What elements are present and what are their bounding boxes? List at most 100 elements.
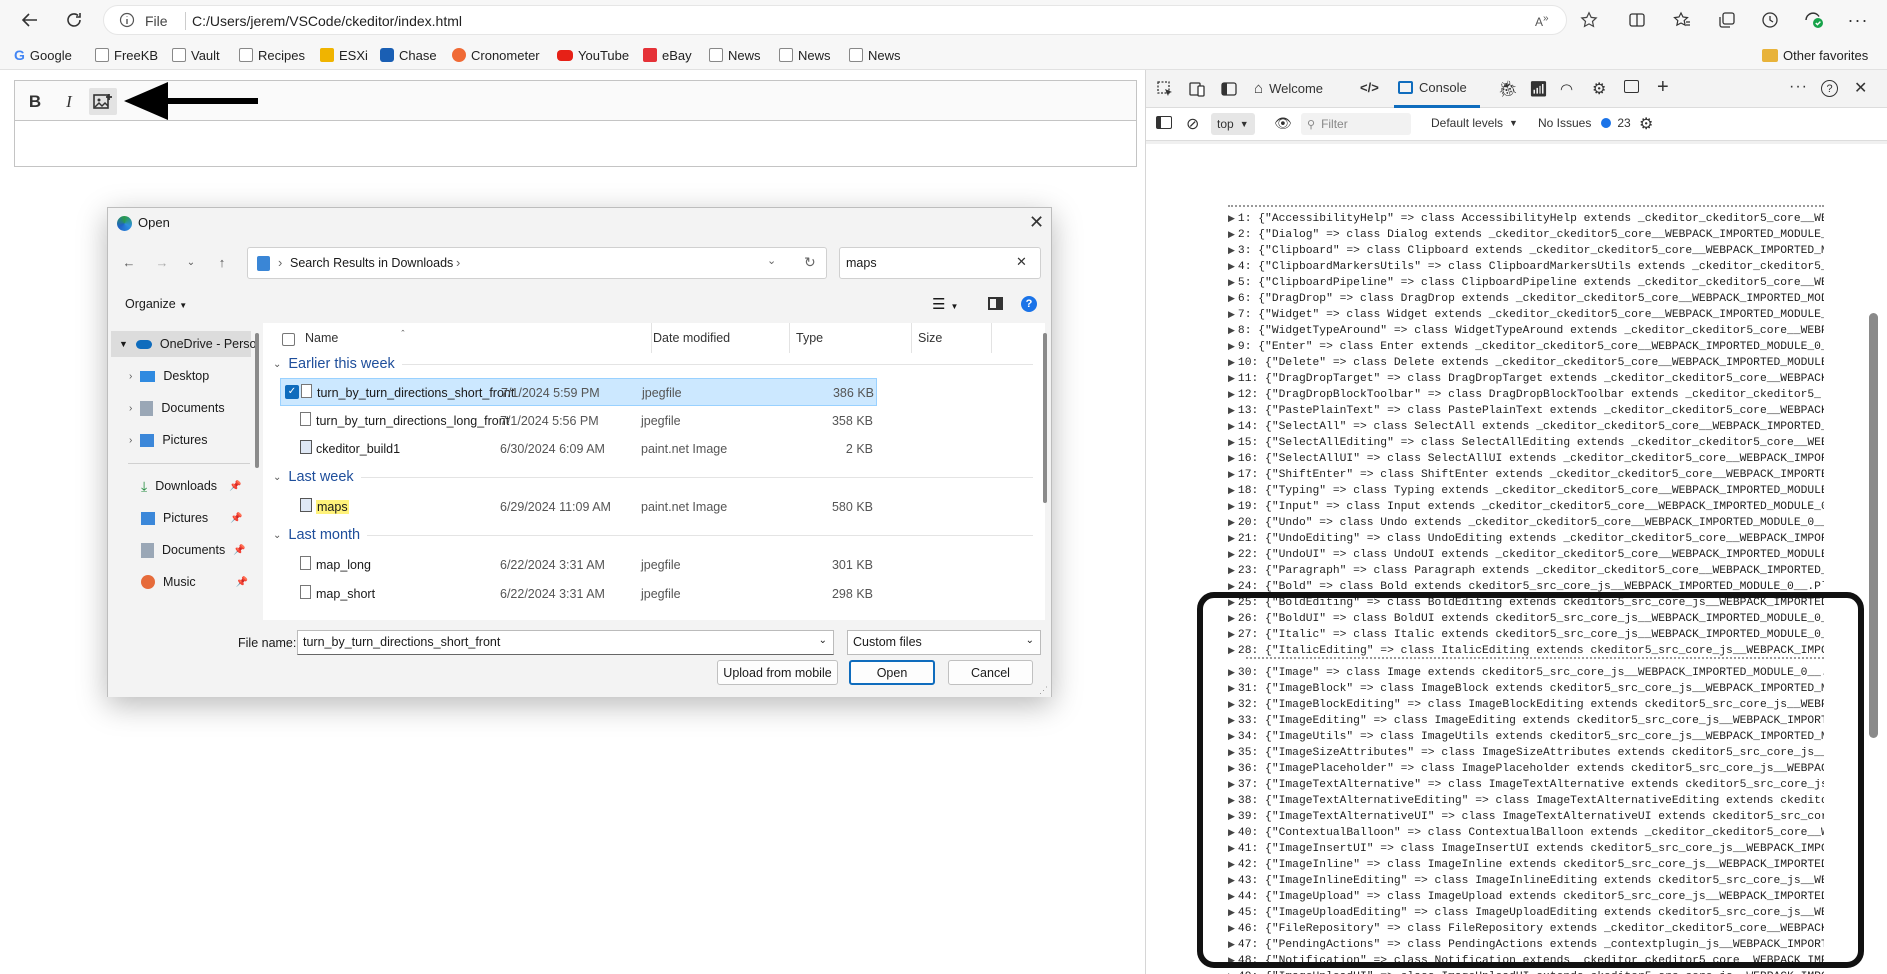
sidebar-item-documents[interactable]: › Documents [129, 395, 225, 421]
view-options-icon[interactable]: ☰ ▼ [932, 295, 958, 313]
expand-triangle-icon[interactable]: ▶ [1228, 230, 1235, 240]
favorite-star-icon[interactable] [1580, 11, 1598, 29]
back-button[interactable] [17, 7, 43, 33]
expand-triangle-icon[interactable]: ▶ [1228, 358, 1235, 368]
expand-triangle-icon[interactable]: ▶ [1228, 486, 1235, 496]
console-line[interactable]: ▶ 14: {"SelectAll" => class SelectAll ext… [1228, 419, 1824, 435]
bookmark-recipes[interactable]: Recipes [239, 46, 305, 64]
device-emulation-icon[interactable] [1188, 80, 1206, 98]
column-date[interactable]: Date modified [653, 331, 730, 345]
console-line[interactable]: ▶ 6: {"DragDrop" => class DragDrop extend… [1228, 291, 1824, 307]
recent-locations-icon[interactable]: ⌄ [182, 253, 200, 271]
info-icon[interactable] [119, 12, 135, 28]
organize-menu[interactable]: Organize ▼ [125, 297, 187, 311]
console-line[interactable]: ▶ 2: {"Dialog" => class Dialog extends _c… [1228, 227, 1824, 243]
refresh-icon[interactable]: ↻ [804, 254, 816, 271]
select-all-checkbox[interactable] [282, 333, 295, 346]
expand-triangle-icon[interactable]: ▶ [1228, 566, 1235, 576]
console-line[interactable]: ▶ 10: {"Delete" => class Delete extends _… [1228, 355, 1824, 371]
breadcrumb-location[interactable]: Search Results in Downloads [290, 256, 453, 270]
italic-button[interactable]: I [55, 88, 83, 115]
console-line[interactable]: ▶ 9: {"Enter" => class Enter extends _cke… [1228, 339, 1824, 355]
application-icon[interactable] [1624, 80, 1639, 93]
open-button[interactable]: Open [849, 660, 935, 685]
bookmark-vault[interactable]: Vault [172, 46, 220, 64]
sidebar-item-pictures[interactable]: › Pictures [129, 427, 208, 453]
console-scrollbar[interactable] [1869, 313, 1878, 738]
browser-essentials-icon[interactable] [1801, 7, 1827, 33]
split-screen-icon[interactable] [1624, 7, 1650, 33]
expand-triangle-icon[interactable]: ▶ [1228, 454, 1235, 464]
console-line[interactable]: ▶ 16: {"SelectAllUI" => class SelectAllUI… [1228, 451, 1824, 467]
file-row[interactable]: map_long 6/22/2024 3:31 AM jpegfile 301 … [280, 551, 877, 579]
collections-icon[interactable] [1714, 7, 1740, 33]
inspect-element-icon[interactable] [1156, 80, 1174, 98]
expand-triangle-icon[interactable]: ▶ [1228, 406, 1235, 416]
expand-triangle-icon[interactable]: ▶ [1228, 518, 1235, 528]
expand-triangle-icon[interactable]: ▶ [1228, 214, 1235, 224]
filetype-select[interactable]: Custom files ⌄ [847, 630, 1041, 655]
bookmark-chase[interactable]: Chase [380, 46, 437, 64]
bookmark-google[interactable]: G Google [14, 46, 72, 64]
console-line[interactable]: ▶ 21: {"UndoEditing" => class UndoEditing… [1228, 531, 1824, 547]
console-line[interactable]: ▶ 22: {"UndoUI" => class UndoUI extends _… [1228, 547, 1824, 563]
console-line[interactable]: ▶ 23: {"Paragraph" => class Paragraph ext… [1228, 563, 1824, 579]
console-line[interactable]: ▶ 12: {"DragDropBlockToolbar" => class Dr… [1228, 387, 1824, 403]
console-line[interactable]: ▶ 8: {"WidgetTypeAround" => class WidgetT… [1228, 323, 1824, 339]
bookmark-esxi[interactable]: ESXi [320, 46, 368, 64]
expand-triangle-icon[interactable]: ▶ [1228, 534, 1235, 544]
network-icon[interactable]: 📶︎ [1529, 80, 1548, 98]
nav-up-icon[interactable]: ↑ [213, 253, 231, 271]
sidebar-scrollbar[interactable] [255, 333, 259, 468]
chevron-down-icon[interactable]: ⌄ [819, 635, 827, 646]
nav-back-icon[interactable]: ← [120, 253, 138, 271]
group-earlier-this-week[interactable]: ⌄ Earlier this week [273, 353, 1033, 375]
sidebar-item-documents-pinned[interactable]: Documents 📌 [141, 537, 246, 563]
cancel-button[interactable]: Cancel [948, 660, 1033, 685]
url-text[interactable]: C:/Users/jerem/VSCode/ckeditor/index.htm… [192, 13, 462, 29]
sidebar-item-desktop[interactable]: › Desktop [129, 363, 209, 389]
console-line[interactable]: ▶ 20: {"Undo" => class Undo extends _cked… [1228, 515, 1824, 531]
breadcrumb[interactable]: › Search Results in Downloads › ⌄ ↻ [247, 247, 827, 279]
sidebar-item-music[interactable]: Music 📌 [141, 569, 248, 595]
column-name[interactable]: Name [305, 331, 338, 345]
bookmark-news-3[interactable]: News [849, 46, 901, 64]
context-select[interactable]: top ▼ [1211, 113, 1255, 135]
bookmark-news-2[interactable]: News [779, 46, 831, 64]
elements-tab-icon[interactable]: </> [1360, 80, 1379, 95]
history-icon[interactable] [1757, 7, 1783, 33]
read-aloud-icon[interactable]: A» [1535, 13, 1549, 29]
filter-input[interactable]: ⚲ Filter [1301, 113, 1411, 135]
console-settings-icon[interactable]: ⚙ [1639, 114, 1653, 134]
console-line[interactable]: ▶ 19: {"Input" => class Input extends _ck… [1228, 499, 1824, 515]
expand-triangle-icon[interactable]: ▶ [1228, 422, 1235, 432]
expand-triangle-icon[interactable]: ▶ [1228, 502, 1235, 512]
bookmark-youtube[interactable]: YouTube [557, 46, 629, 64]
expand-triangle-icon[interactable]: ▶ [1228, 470, 1235, 480]
pin-icon[interactable]: 📌 [230, 513, 242, 524]
sidebar-item-pictures-pinned[interactable]: Pictures 📌 [141, 505, 243, 531]
expand-triangle-icon[interactable]: ▶ [1228, 262, 1235, 272]
sidebar-item-onedrive[interactable]: ▼ OneDrive - Perso [119, 331, 256, 357]
console-line[interactable]: ▶ 17: {"ShiftEnter" => class ShiftEnter e… [1228, 467, 1824, 483]
bookmark-news-1[interactable]: News [709, 46, 761, 64]
bold-button[interactable]: B [21, 88, 49, 115]
resize-grip-icon[interactable]: ⋰ [1039, 685, 1048, 696]
expand-triangle-icon[interactable]: ▶ [1228, 582, 1235, 592]
expand-triangle-icon[interactable]: ▶ [1228, 342, 1235, 352]
refresh-button[interactable] [61, 7, 87, 33]
console-line[interactable]: ▶ 1: {"AccessibilityHelp" => class Access… [1228, 211, 1824, 227]
more-menu-icon[interactable]: ··· [1845, 7, 1871, 33]
address-bar[interactable]: File C:/Users/jerem/VSCode/ckeditor/inde… [103, 5, 1598, 35]
live-expression-eye-icon[interactable]: 👁︎ [1274, 115, 1292, 132]
file-row[interactable]: turn_by_turn_directions_long_front 7/1/2… [280, 407, 877, 435]
expand-triangle-icon[interactable]: ▶ [1228, 294, 1235, 304]
help-icon[interactable]: ? [1821, 80, 1838, 97]
group-last-week[interactable]: ⌄ Last week [273, 466, 1033, 488]
more-options-icon[interactable]: ··· [1789, 78, 1808, 96]
expand-triangle-icon[interactable]: ▶ [1228, 390, 1235, 400]
file-row[interactable]: maps 6/29/2024 11:09 AM paint.net Image … [280, 493, 877, 521]
file-row[interactable]: map_short 6/22/2024 3:31 AM jpegfile 298… [280, 580, 877, 608]
close-icon[interactable]: ✕ [1029, 212, 1044, 233]
filename-input[interactable]: turn_by_turn_directions_short_front ⌄ [297, 630, 834, 655]
